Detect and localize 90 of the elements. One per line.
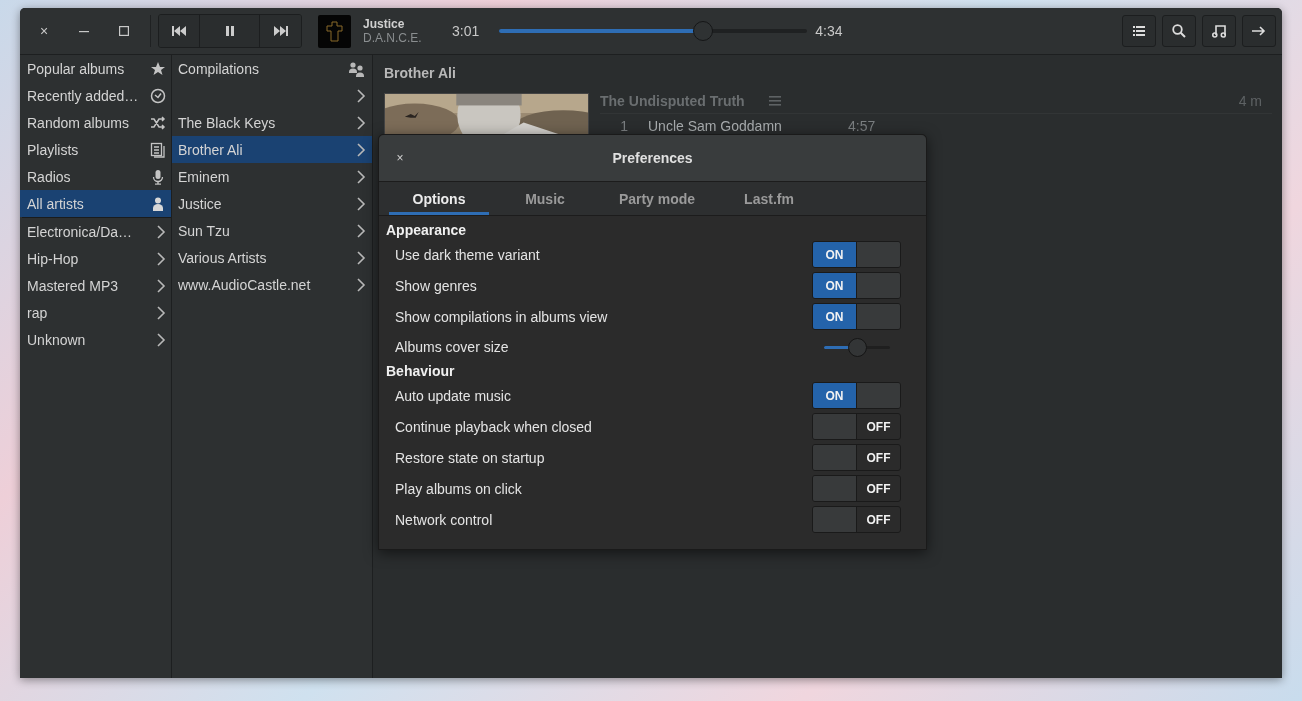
tab[interactable]: Music xyxy=(495,182,595,215)
close-button[interactable]: × xyxy=(24,16,64,46)
sidebar-item[interactable]: All artists xyxy=(20,190,171,217)
chevron-icon xyxy=(156,305,166,320)
artist-item[interactable]: Brother Ali xyxy=(172,136,372,163)
shuffle-icon xyxy=(150,114,166,131)
genre-item[interactable]: Unknown xyxy=(20,326,171,353)
artist-item[interactable]: Eminem xyxy=(172,163,372,190)
genre-item[interactable]: Mastered MP3 xyxy=(20,272,171,299)
sidebar-item[interactable]: Playlists xyxy=(20,136,171,163)
people-icon xyxy=(348,60,366,77)
person-icon xyxy=(150,195,166,212)
chevron-icon xyxy=(356,277,366,292)
chevron-icon xyxy=(156,224,166,239)
genre-item[interactable]: Hip-Hop xyxy=(20,245,171,272)
tab[interactable]: Party mode xyxy=(601,182,713,215)
sidebar-item[interactable]: Radios xyxy=(20,163,171,190)
list-icon xyxy=(1133,26,1145,36)
chevron-icon xyxy=(356,88,366,103)
track-title: Justice xyxy=(363,17,406,31)
close-button[interactable]: × xyxy=(389,147,411,169)
chevron-icon xyxy=(356,115,366,130)
track-name: Uncle Sam Goddamn xyxy=(648,118,783,134)
pause-button[interactable] xyxy=(200,15,260,47)
setting-label: Show compilations in albums view xyxy=(395,308,608,325)
genre-item[interactable]: rap xyxy=(20,299,171,326)
chevron-icon xyxy=(156,278,166,293)
track-number: 1 xyxy=(619,118,628,134)
star-icon xyxy=(150,60,166,77)
chevron-icon xyxy=(156,251,166,266)
tab[interactable]: Last.fm xyxy=(719,182,819,215)
pause-icon xyxy=(225,26,234,36)
setting-label: Continue playback when closed xyxy=(395,418,592,435)
search-icon xyxy=(1172,24,1186,38)
artist-item[interactable]: Compilations xyxy=(172,55,372,82)
toggle-switch[interactable]: ON xyxy=(812,272,901,299)
section-heading: Appearance xyxy=(386,222,468,239)
section-heading: Behaviour xyxy=(386,363,456,380)
maximize-icon xyxy=(119,26,129,36)
toggle-switch[interactable]: OFF xyxy=(812,444,901,471)
chevron-icon xyxy=(356,223,366,238)
toggle-switch[interactable]: OFF xyxy=(812,413,901,440)
setting-label: Restore state on startup xyxy=(395,449,545,466)
music-note-button[interactable] xyxy=(1202,15,1236,47)
chevron-icon xyxy=(356,250,366,265)
toggle-switch[interactable]: ON xyxy=(812,382,901,409)
track-artist: D.A.N.C.E. xyxy=(363,31,423,45)
elapsed-time: 3:01 xyxy=(452,23,480,39)
setting-label: Use dark theme variant xyxy=(395,246,540,263)
toggle-switch[interactable]: ON xyxy=(812,303,901,330)
chevron-icon xyxy=(156,332,166,347)
genre-item[interactable]: Electronica/Da… xyxy=(20,218,171,245)
artist-heading: Brother Ali xyxy=(384,65,457,83)
sidebar-item[interactable]: Recently added… xyxy=(20,82,171,109)
setting-label: Auto update music xyxy=(395,387,511,404)
toggle-switch[interactable]: ON xyxy=(812,241,901,268)
next-icon xyxy=(273,26,288,36)
sidebar-item[interactable]: Random albums xyxy=(20,109,171,136)
album-thumbnail-icon xyxy=(318,14,351,48)
previous-button[interactable] xyxy=(159,15,200,47)
progress-slider[interactable] xyxy=(499,20,808,42)
list-button[interactable] xyxy=(1122,15,1156,47)
track-duration: 4:57 xyxy=(848,118,876,134)
search-button[interactable] xyxy=(1162,15,1196,47)
tab[interactable]: Options xyxy=(389,182,489,215)
total-time: 4:34 xyxy=(815,23,843,39)
music-note-icon xyxy=(1212,24,1226,38)
document-icon xyxy=(150,141,166,158)
mic-icon xyxy=(150,168,166,185)
toggle-switch[interactable]: OFF xyxy=(812,475,901,502)
chevron-icon xyxy=(356,196,366,211)
chevron-icon xyxy=(356,169,366,184)
dialog-title: Preferences xyxy=(612,150,693,166)
setting-label: Network control xyxy=(395,511,493,528)
arrow-button[interactable] xyxy=(1242,15,1276,47)
artist-item[interactable]: Various Artists xyxy=(172,244,372,271)
setting-label: Albums cover size xyxy=(395,339,509,355)
artist-item[interactable]: The Black Keys xyxy=(172,109,372,136)
next-button[interactable] xyxy=(260,15,301,47)
arrow-icon xyxy=(1252,26,1266,36)
toggle-switch[interactable]: OFF xyxy=(812,506,901,533)
artist-item[interactable]: Justice xyxy=(172,190,372,217)
previous-icon xyxy=(172,26,186,36)
setting-label: Play albums on click xyxy=(395,480,522,497)
album-title: The Undisputed Truth xyxy=(600,93,745,109)
artist-item[interactable]: Sun Tzu xyxy=(172,217,372,244)
chevron-icon xyxy=(356,142,366,157)
sidebar-item[interactable]: Popular albums xyxy=(20,55,171,82)
artist-item[interactable]: www.AudioCastle.net xyxy=(172,271,372,298)
setting-label: Show genres xyxy=(395,277,477,294)
